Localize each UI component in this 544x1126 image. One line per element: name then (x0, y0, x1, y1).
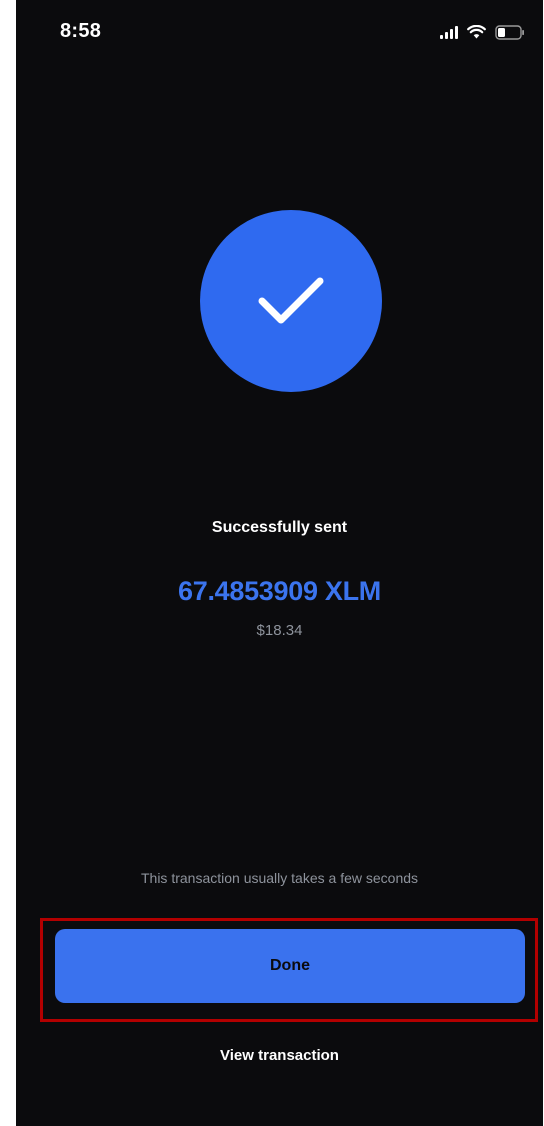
success-title: Successfully sent (211, 519, 348, 536)
status-time: 8:58 (60, 20, 102, 42)
battery-icon (495, 24, 525, 40)
wifi-icon (467, 25, 486, 39)
transaction-note: This transaction usually takes a few sec… (140, 870, 419, 886)
status-icons (440, 24, 525, 40)
checkmark-icon (258, 277, 324, 324)
done-button[interactable]: Done (55, 929, 525, 1003)
success-circle (200, 210, 382, 392)
phone-screen: 8:58 Successfully sent 67.4853909 XLM $1… (16, 0, 543, 1126)
fiat-value: $18.34 (256, 622, 303, 639)
status-bar: 8:58 (16, 0, 543, 60)
sent-amount: 67.4853909 XLM (178, 576, 381, 606)
signal-icon (440, 25, 458, 39)
view-transaction-link[interactable]: View transaction (16, 1047, 543, 1064)
